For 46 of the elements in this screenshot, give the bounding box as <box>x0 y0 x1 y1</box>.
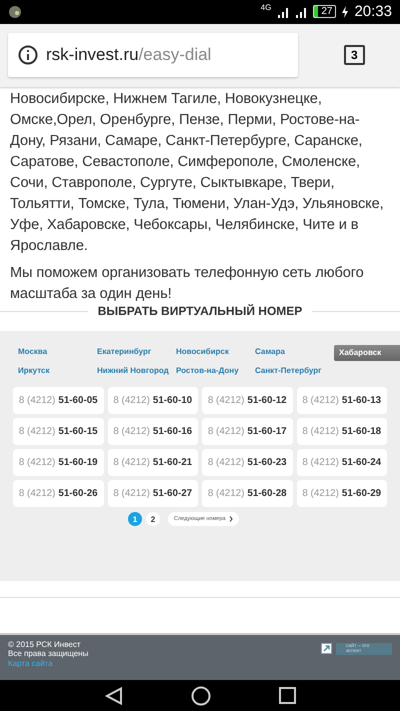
city-link[interactable]: Новосибирск <box>176 345 255 358</box>
phone-number-card[interactable]: 8 (4212) 51-60-13 <box>296 387 387 414</box>
recents-icon[interactable] <box>278 687 296 704</box>
chevron-right-icon <box>229 516 234 522</box>
address-field[interactable]: rsk-invest.ru/easy-dial <box>8 33 298 78</box>
paragraph: Мы поможем организовать телефонную сеть любого масштаба за один день! <box>10 264 365 304</box>
phone-number-card[interactable]: 8 (4212) 51-60-24 <box>296 449 387 476</box>
city-link[interactable]: Москва <box>18 345 97 358</box>
phone-number-card[interactable]: 8 (4212) 51-60-21 <box>108 449 198 476</box>
section-title: ВЫБРАТЬ ВИРТУАЛЬНЫЙ НОМЕР <box>98 304 302 318</box>
phone-number-card[interactable]: 8 (4212) 51-60-17 <box>202 418 292 446</box>
paragraph: Новосибирске, Нижнем Тагиле, Новокузнецке, Омске,Орел, Оренбурге, Пензе, Перми, Ростове-на-Дону, Рязани, Самаре, Санкт-Петербурге, Саранске, Саратове, Севастополе, Симферополе, Смоленске, Сочи, Ставрополе, Сургуте, Сыктывкаре, Твери, Тольятти, Томске, Тула, Тюмени, Улан-Удэ, Ульяновске, Уфе, Хабаровске, Чебоксары, Челябинске, Чите и в Ярославле. <box>10 90 385 256</box>
phone-number-card[interactable]: 8 (4212) 51-60-12 <box>202 387 292 414</box>
city-link[interactable]: Екатеринбург <box>97 345 176 358</box>
back-icon[interactable] <box>104 686 122 705</box>
phone-number-card[interactable]: 8 (4212) 51-60-10 <box>108 387 198 414</box>
phone-number-card[interactable]: 8 (4212) 51-60-18 <box>296 418 387 446</box>
page-button[interactable]: 2 <box>146 512 160 526</box>
signal-icon <box>277 6 290 18</box>
phone-number-card[interactable]: 8 (4212) 51-60-27 <box>108 480 198 508</box>
city-link[interactable]: Нижний Новгород <box>97 364 176 378</box>
phone-number-card[interactable]: 8 (4212) 51-60-19 <box>13 449 104 476</box>
city-link[interactable]: Иркутск <box>18 364 97 378</box>
phone-number-card[interactable]: 8 (4212) 51-60-29 <box>296 480 387 508</box>
phone-number-card[interactable]: 8 (4212) 51-60-26 <box>13 480 104 508</box>
charging-icon <box>342 6 348 18</box>
city-button[interactable]: Хабаровск <box>334 345 400 362</box>
network-label: 4G <box>260 3 272 12</box>
phone-number-card[interactable]: 8 (4212) 51-60-05 <box>13 387 104 414</box>
copyright: © 2015 РСК Инвест <box>8 640 82 650</box>
phone-number-card[interactable]: 8 (4212) 51-60-15 <box>13 418 104 446</box>
external-link-icon[interactable] <box>321 642 332 654</box>
clock: 20:33 <box>354 3 392 20</box>
city-link[interactable]: Ростов-на-Дону <box>176 364 255 378</box>
rights-notice: Все права защищены <box>8 649 90 659</box>
app-icon <box>8 6 22 18</box>
city-link[interactable]: Самара <box>255 345 334 358</box>
battery-icon: 27 <box>313 5 336 18</box>
phone-number-card[interactable]: 8 (4212) 51-60-28 <box>202 480 292 508</box>
home-icon[interactable] <box>190 686 210 706</box>
phone-number-card[interactable]: 8 (4212) 51-60-23 <box>202 449 292 476</box>
tab-count-button[interactable]: 3 <box>344 45 365 66</box>
info-icon[interactable] <box>18 45 38 66</box>
signal-icon <box>295 6 308 18</box>
city-link[interactable]: Санкт-Петербург <box>255 364 334 378</box>
phone-number-card[interactable]: 8 (4212) 51-60-16 <box>108 418 198 446</box>
